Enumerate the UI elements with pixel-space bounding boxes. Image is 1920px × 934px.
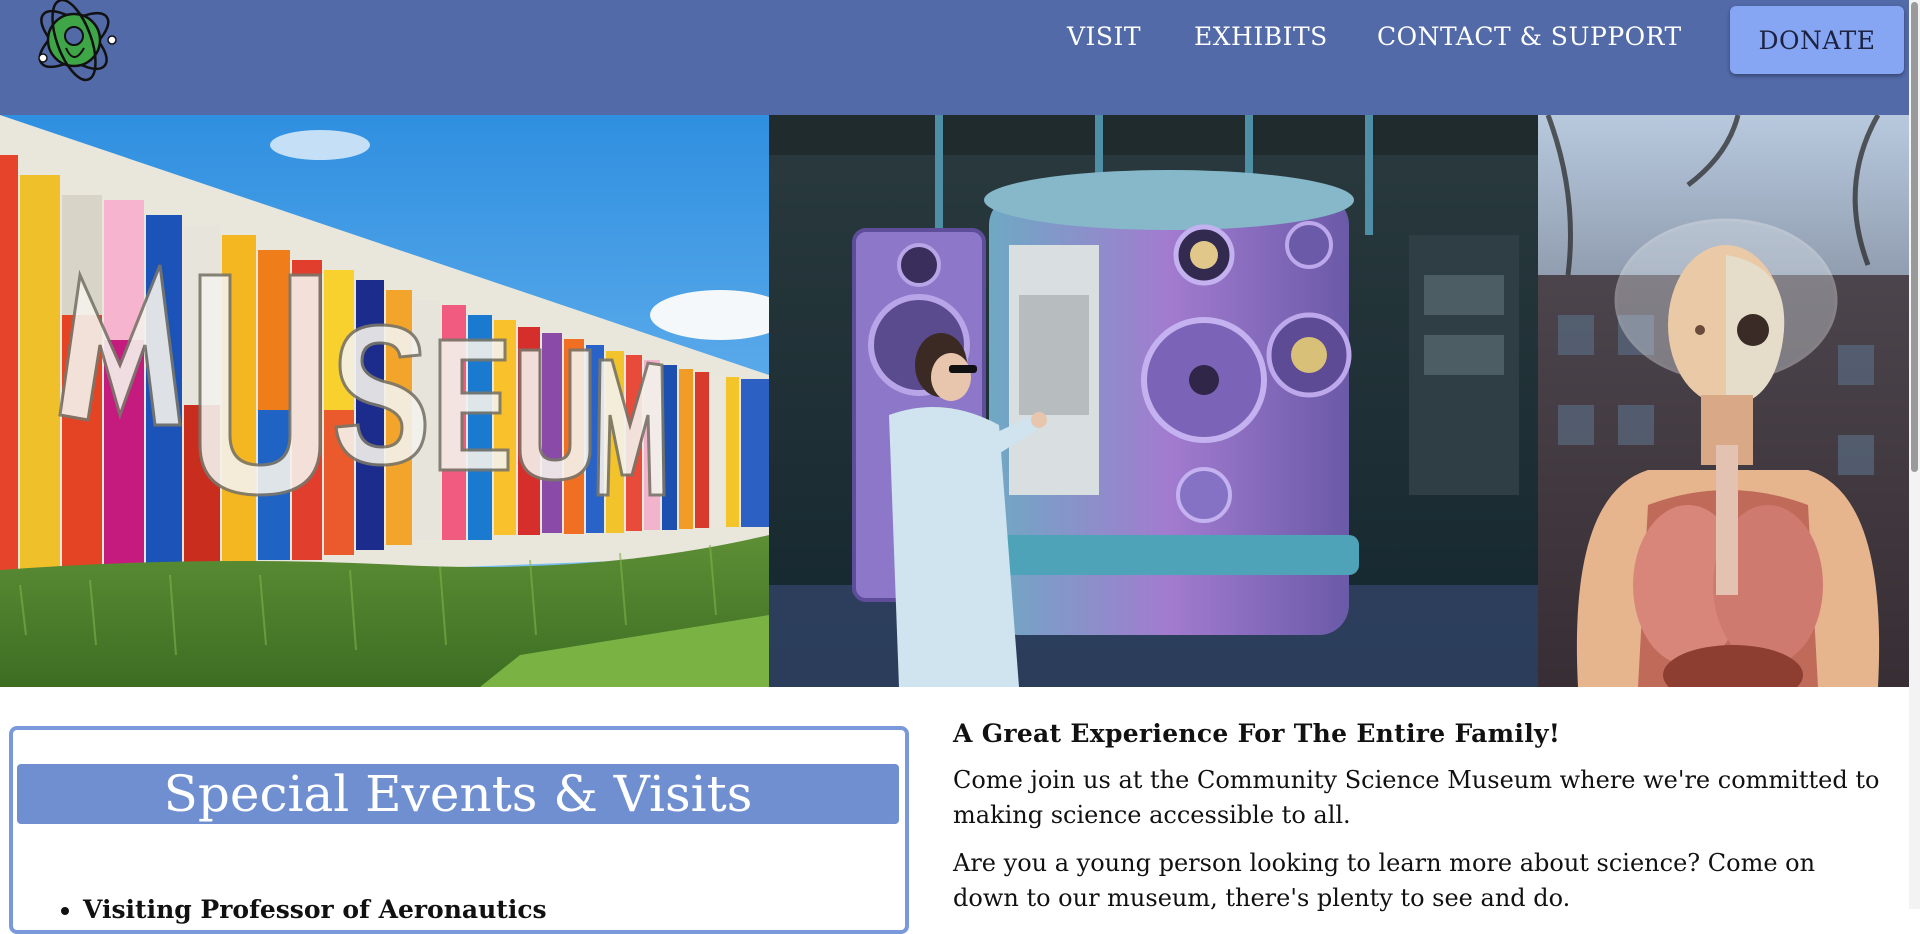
page-scrollbar[interactable] [1909,0,1920,909]
nav-exhibits-link[interactable]: EXHIBITS [1194,22,1328,56]
atom-logo-icon[interactable] [26,0,122,88]
events-list: Visiting Professor of Aeronautics [53,895,547,924]
intro-paragraph: Are you a young person looking to learn … [953,849,1816,912]
scrollbar-thumb[interactable] [1911,2,1918,472]
intro-section: A Great Experience For The Entire Family… [953,716,1883,929]
scientist-lab-image [769,115,1538,687]
intro-paragraph: Come join us at the Community Science Mu… [953,766,1880,829]
hero-image-strip [0,115,1920,687]
special-events-title: Special Events & Visits [17,764,899,824]
intro-heading: A Great Experience For The Entire Family… [953,719,1561,748]
nav-visit-link[interactable]: VISIT [1067,22,1141,56]
nav-contact-support-link[interactable]: CONTACT & SUPPORT [1377,22,1682,56]
site-header: VISIT EXHIBITS CONTACT & SUPPORT DONATE [0,0,1920,115]
list-item[interactable]: Visiting Professor of Aeronautics [83,895,547,924]
museum-facade-image [0,115,769,687]
donate-button[interactable]: DONATE [1730,6,1904,74]
anatomy-model-image [1538,115,1920,687]
special-events-panel: Special Events & Visits Visiting Profess… [9,726,909,934]
